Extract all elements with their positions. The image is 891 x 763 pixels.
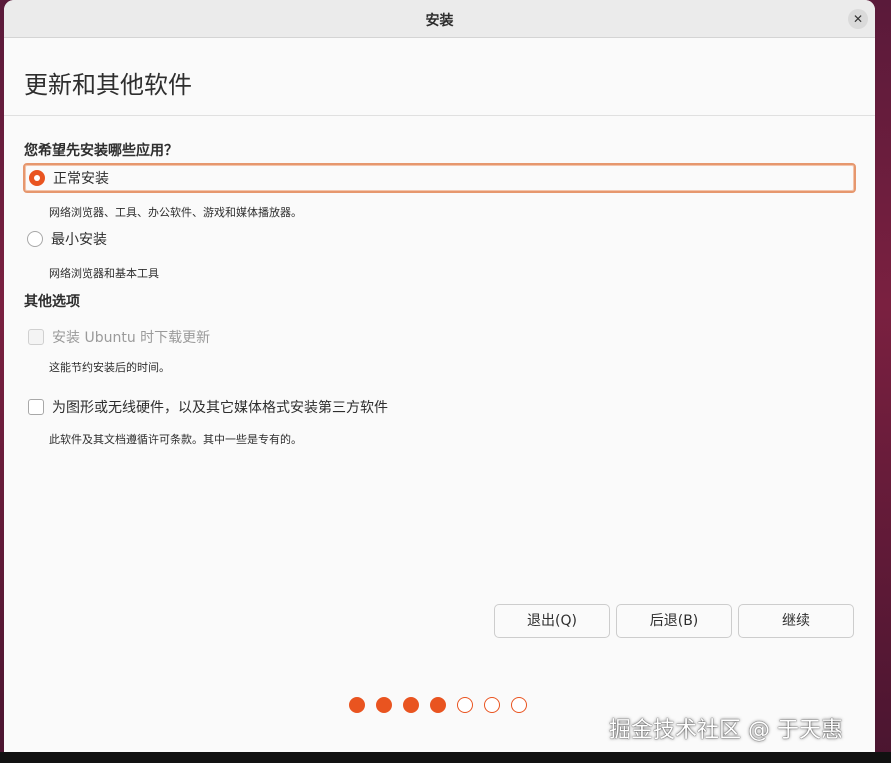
window-title: 安装 [425,13,454,29]
radio-label-normal: 正常安装 [53,171,109,187]
back-button[interactable]: 后退(B) [616,604,732,638]
taskbar-strip [0,752,891,763]
normal-install-description: 网络浏览器、工具、办公软件、游戏和媒体播放器。 [49,206,302,219]
minimal-install-description: 网络浏览器和基本工具 [49,267,159,280]
page-title: 更新和其他软件 [24,71,192,99]
install-type-question: 您希望先安装哪些应用？ [24,143,178,159]
progress-dot-2 [376,697,392,713]
third-party-label: 为图形或无线硬件，以及其它媒体格式安装第三方软件 [52,400,388,416]
progress-dot-6 [484,697,500,713]
checkbox-download-updates-box [28,329,44,345]
radio-normal-install[interactable]: 正常安装 [23,163,856,193]
radio-label-minimal: 最小安装 [51,232,107,248]
close-icon[interactable]: ✕ [848,9,868,29]
progress-dot-1 [349,697,365,713]
title-bar: 安装 ✕ [4,0,875,38]
quit-button[interactable]: 退出(Q) [494,604,610,638]
progress-dots [349,697,527,713]
download-updates-description: 这能节约安装后的时间。 [49,361,170,374]
watermark-text: 掘金技术社区 @ 于天惠 [609,718,843,743]
progress-dot-5 [457,697,473,713]
download-updates-label: 安装 Ubuntu 时下载更新 [52,330,211,346]
progress-dot-3 [403,697,419,713]
continue-button[interactable]: 继续 [738,604,854,638]
progress-dot-7 [511,697,527,713]
radio-button-unchecked[interactable] [27,231,43,247]
checkbox-download-updates: 安装 Ubuntu 时下载更新 [28,327,210,347]
other-options-heading: 其他选项 [24,294,80,310]
checkbox-third-party-box[interactable] [28,399,44,415]
page-header: 更新和其他软件 [4,38,875,116]
radio-minimal-install[interactable]: 最小安装 [23,224,856,254]
checkbox-third-party[interactable]: 为图形或无线硬件，以及其它媒体格式安装第三方软件 [28,397,388,417]
third-party-description: 此软件及其文档遵循许可条款。其中一些是专有的。 [49,433,302,446]
radio-button-checked[interactable] [29,170,45,186]
progress-dot-4 [430,697,446,713]
installer-window: 安装 ✕ 更新和其他软件 您希望先安装哪些应用？ 正常安装 网络浏览器、工具、办… [4,0,875,752]
